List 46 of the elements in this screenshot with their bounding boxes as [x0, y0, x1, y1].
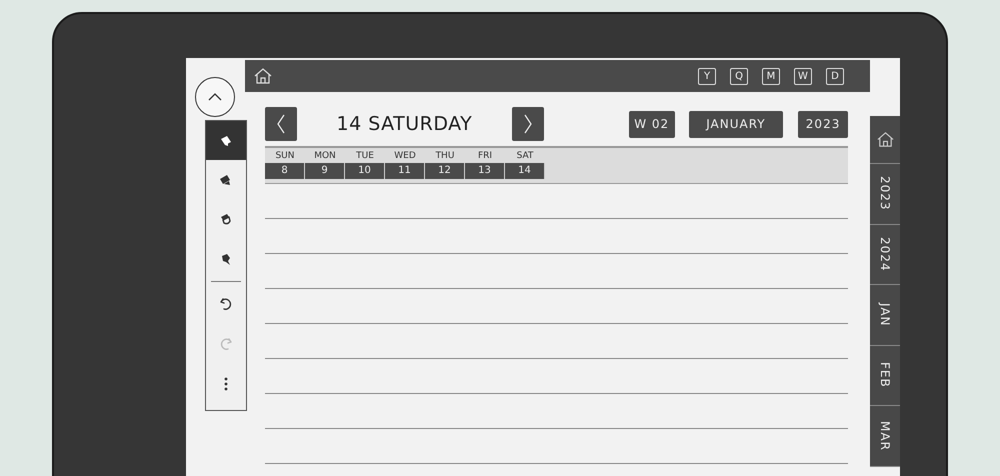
home-icon [253, 66, 273, 86]
month-button[interactable]: JANUARY [688, 110, 784, 138]
view-button[interactable]: Q [730, 68, 748, 84]
previous-day-button[interactable] [265, 107, 297, 141]
week-button[interactable]: W 02 [628, 110, 675, 138]
brush-icon [219, 252, 233, 266]
year-button[interactable]: 2023 [798, 110, 848, 138]
chevron-up-icon [208, 93, 222, 101]
date-link[interactable]: 12 [425, 163, 465, 179]
date-link[interactable]: 14 [505, 163, 545, 179]
view-button[interactable]: M [762, 68, 780, 84]
date-link[interactable]: 13 [465, 163, 505, 179]
weekday-label: FRI [478, 150, 492, 163]
more-icon [224, 376, 228, 390]
redo-icon [218, 336, 234, 352]
undo-icon [218, 296, 234, 312]
weekday-label: THU [436, 150, 454, 163]
home-button[interactable] [253, 66, 273, 86]
date-link[interactable]: 9 [305, 163, 345, 179]
day-title: 14 SATURDAY [336, 113, 474, 135]
weekday-label: WED [394, 150, 416, 163]
chevron-left-icon [276, 114, 286, 134]
side-tab[interactable]: JAN [870, 285, 900, 346]
collapse-button[interactable] [194, 77, 234, 117]
view-button[interactable]: D [826, 68, 844, 84]
side-tab[interactable]: 2024 [870, 224, 900, 285]
marker-tool[interactable] [206, 121, 246, 160]
weekday-label: MON [314, 150, 336, 163]
chevron-right-icon [522, 114, 533, 134]
home-icon [876, 130, 894, 149]
weekday-label: SAT [516, 150, 534, 163]
date-link[interactable]: 11 [385, 163, 425, 179]
date-link[interactable]: 10 [345, 163, 385, 179]
side-tab[interactable]: MAR [870, 406, 900, 466]
view-button[interactable]: W [794, 68, 812, 84]
view-button[interactable]: Y [698, 68, 716, 84]
side-tab[interactable]: FEB [870, 346, 900, 406]
highlighter-icon [219, 172, 233, 187]
date-link[interactable]: 8 [265, 163, 305, 179]
side-tab[interactable]: 2023 [870, 164, 900, 224]
marker-icon [219, 134, 233, 148]
weekday-label: TUE [356, 150, 374, 163]
weekday-label: SUN [275, 150, 295, 163]
eraser-icon [219, 212, 233, 226]
home-tab[interactable] [870, 116, 900, 164]
next-day-button[interactable] [512, 107, 544, 141]
